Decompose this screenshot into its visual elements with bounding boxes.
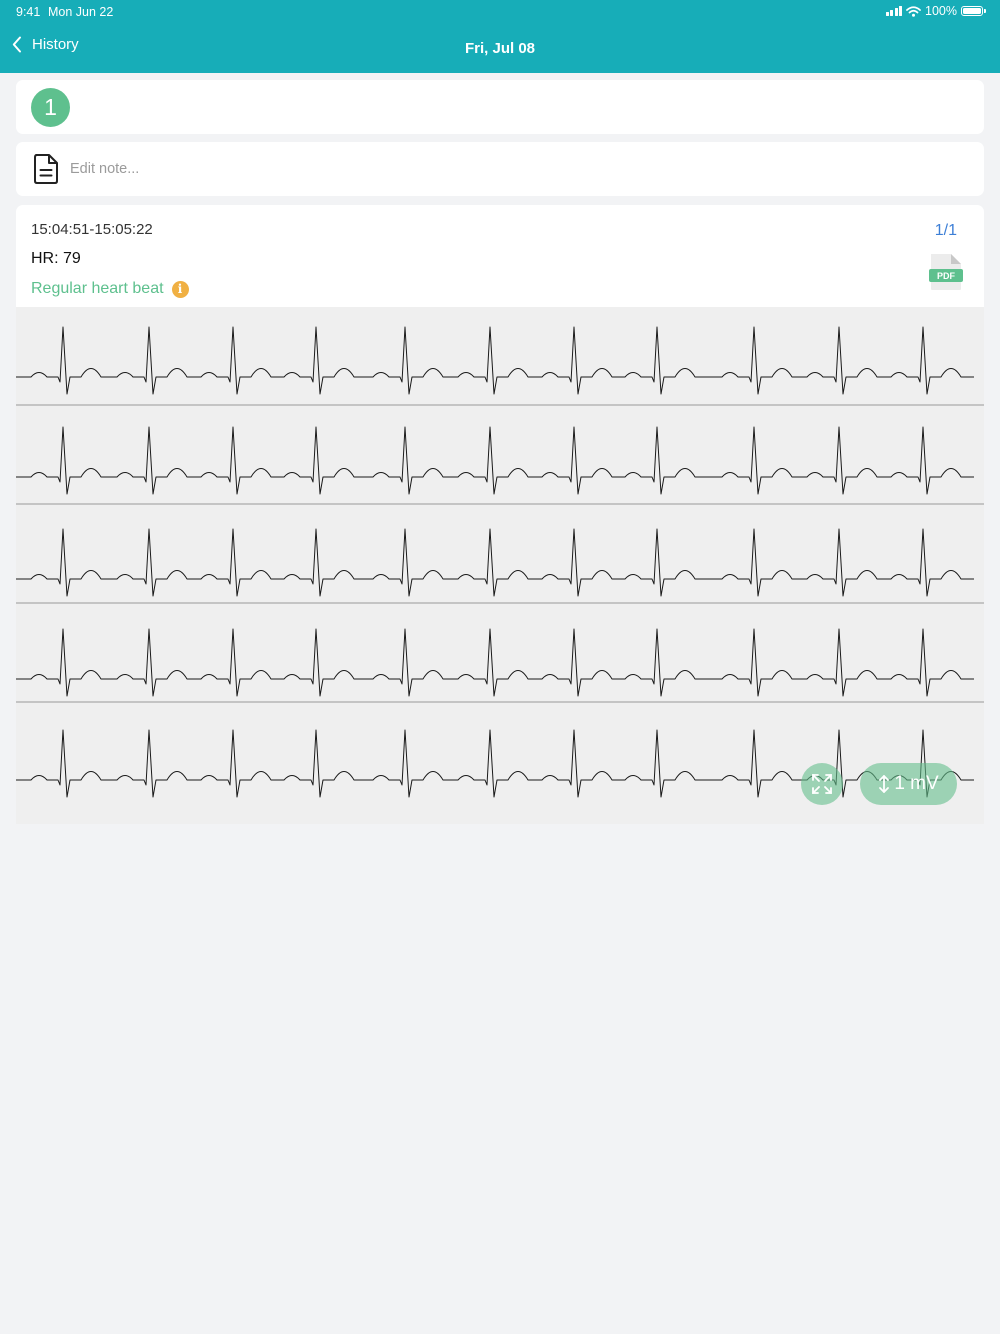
heart-rate-value: HR: 79 (31, 250, 81, 267)
verdict: Regular heart beat i (31, 280, 189, 298)
status-time: 9:41 (16, 5, 41, 19)
ecg-waveform (16, 326, 984, 798)
cellular-signal-icon (885, 6, 903, 16)
record-count-badge: 1 (31, 88, 70, 127)
amplitude-scale-button[interactable]: 1 mV (860, 763, 957, 805)
pdf-export-icon[interactable]: PDF (928, 253, 964, 291)
app-header: 9:41 Mon Jun 22 100% History Fri, Jul 08 (0, 0, 1000, 73)
document-icon (34, 154, 58, 184)
record-count-card: 1 (16, 80, 984, 134)
status-date: Mon Jun 22 (48, 5, 114, 19)
ecg-strip-4 (16, 628, 974, 697)
expand-button[interactable] (801, 763, 843, 805)
battery-percent: 100% (925, 4, 957, 18)
note-input[interactable] (70, 156, 950, 182)
ecg-strip-3 (16, 528, 974, 597)
status-bar: 9:41 Mon Jun 22 100% (0, 0, 1000, 24)
status-indicators: 100% (885, 4, 986, 18)
page-title: Fri, Jul 08 (464, 40, 536, 57)
ecg-record-card[interactable]: 15:04:51-15:05:22 HR: 79 Regular heart b… (16, 205, 984, 824)
ecg-strip-1 (16, 326, 974, 395)
ecg-chart: 1 mV (16, 307, 984, 824)
info-icon[interactable]: i (171, 280, 189, 298)
record-time-range: 15:04:51-15:05:22 (31, 221, 153, 238)
verdict-label: Regular heart beat (31, 280, 164, 297)
page-counter: 1/1 (934, 222, 957, 239)
pdf-label: PDF (937, 271, 956, 281)
ecg-strip-2 (16, 426, 974, 495)
expand-icon (812, 774, 832, 794)
vertical-arrows-icon (879, 775, 890, 793)
amplitude-scale-label: 1 mV (894, 773, 939, 794)
wifi-icon (906, 5, 921, 17)
battery-icon (961, 6, 986, 16)
note-card (16, 142, 984, 196)
